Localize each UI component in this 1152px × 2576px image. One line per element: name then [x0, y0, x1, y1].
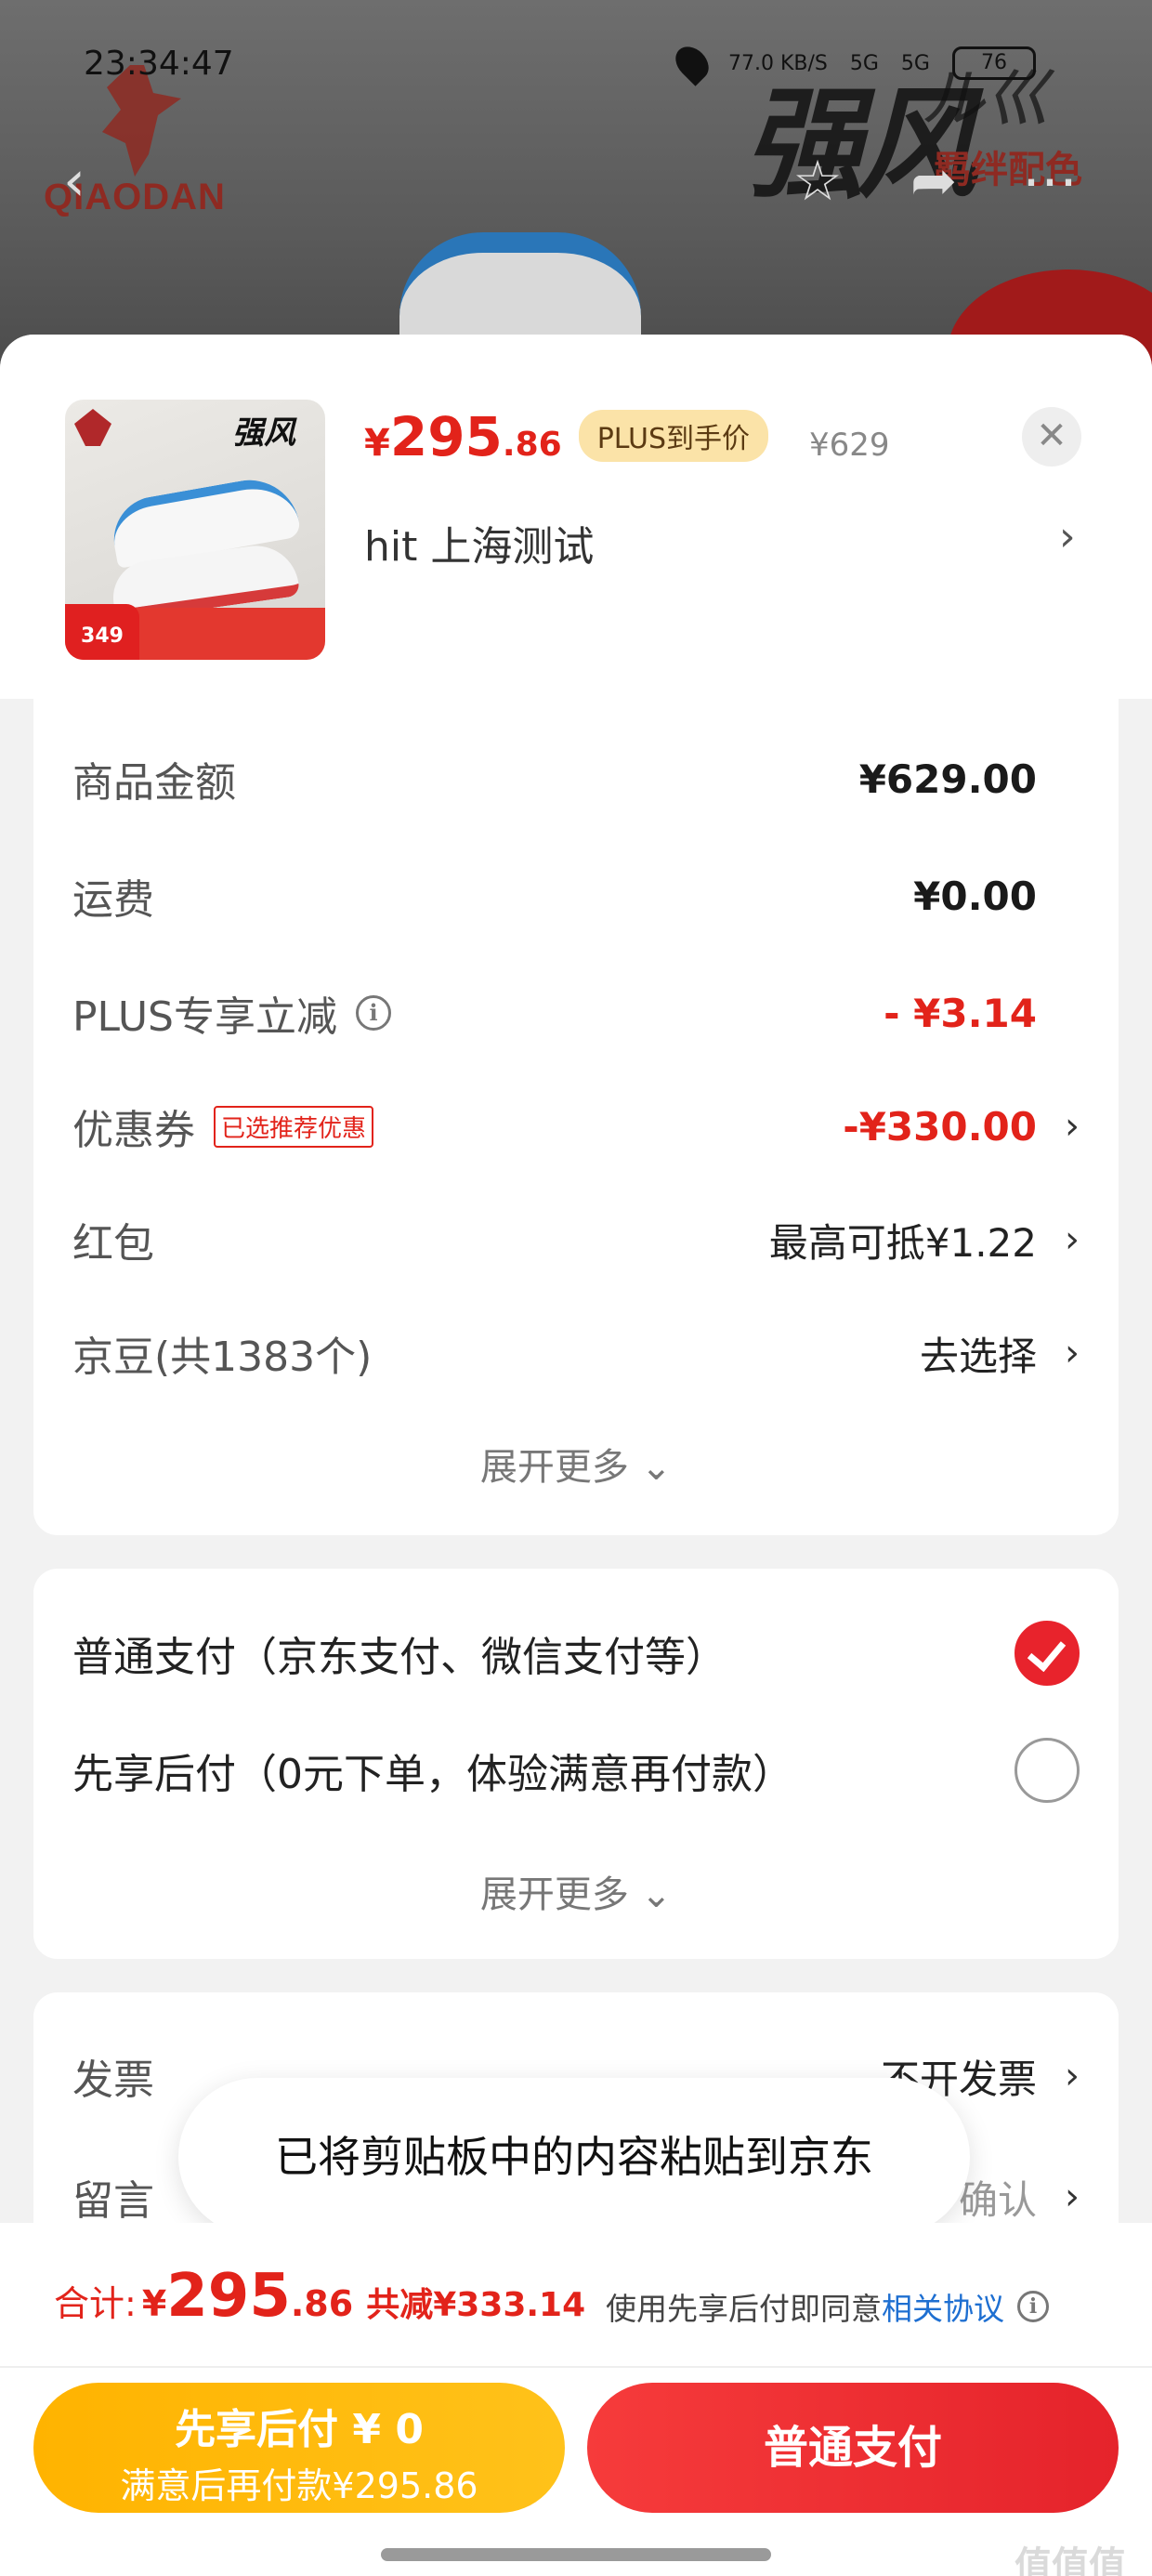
chevron-down-icon: ⌄ — [640, 1873, 673, 1916]
chevron-right-icon[interactable]: › — [1059, 513, 1076, 560]
background-product-page: QIAODAN 强风 ル巛 羁绊配色 23:34:47 77.0 KB/S 5G… — [0, 0, 1152, 390]
cost-row-goods: 商品金额 ¥629.00 — [72, 742, 1080, 816]
thumb-price-badge: 349 — [65, 604, 139, 660]
cost-label: 京豆(共1383个) — [72, 1334, 373, 1381]
net-speed: 77.0 KB/S — [728, 51, 828, 75]
info-icon[interactable]: i — [1017, 2291, 1049, 2322]
close-button[interactable]: ✕ — [1022, 407, 1081, 467]
price-decimal: .86 — [502, 426, 562, 464]
payment-option-label: 先享后付（0元下单，体验满意再付款） — [72, 1751, 793, 1798]
share-icon[interactable]: ➦ — [906, 153, 962, 209]
cost-value: 最高可抵¥1.22 — [768, 1219, 1037, 1266]
more-icon[interactable]: ⋯ — [1022, 153, 1078, 209]
clipboard-toast: 已将剪贴板中的内容粘贴到京东 — [178, 2078, 970, 2236]
coupon-tag: 已选推荐优惠 — [214, 1105, 374, 1148]
chevron-right-icon[interactable]: › — [1065, 2055, 1080, 2097]
total-currency: ¥ — [141, 2283, 167, 2324]
price-currency: ¥ — [364, 422, 390, 465]
cost-value: - ¥3.14 — [884, 990, 1037, 1036]
total-integer: 295 — [166, 2262, 291, 2331]
message-value: 确认 — [958, 2176, 1037, 2223]
agreement-text: 使用先享后付即同意 — [606, 2291, 882, 2327]
location-icon — [669, 40, 715, 86]
product-header: 强风 349 ¥ 295 .86 PLUS到手价 ¥629 ✕ hit 上海测试… — [0, 335, 1152, 699]
price-integer: 295 — [389, 405, 503, 468]
shipping-address[interactable]: hit 上海测试 — [364, 513, 594, 572]
expand-more-costs[interactable]: 展开更多 ⌄ — [33, 1437, 1119, 1491]
original-price: ¥629 — [809, 427, 890, 464]
thumb-title: 强风 — [232, 414, 295, 452]
cost-row-jd-beans[interactable]: 京豆(共1383个) 去选择 › — [72, 1316, 1080, 1390]
normal-pay-button[interactable]: 普通支付 — [587, 2383, 1119, 2513]
total-decimal: .86 — [290, 2283, 354, 2324]
cost-row-red-packet[interactable]: 红包 最高可抵¥1.22 › — [72, 1203, 1080, 1277]
cost-value: ¥0.00 — [913, 873, 1037, 919]
chevron-down-icon: ⌄ — [640, 1446, 673, 1489]
agreement-link[interactable]: 相关协议 — [882, 2284, 1004, 2329]
plus-price-tag: PLUS到手价 — [578, 410, 769, 462]
cost-label: 红包 — [72, 1220, 154, 1268]
pay-later-line2: 满意后再付款¥295.86 — [120, 2465, 478, 2506]
cost-row-shipping: 运费 ¥0.00 — [72, 859, 1080, 933]
status-time: 23:34:47 — [84, 45, 234, 83]
cost-row-plus-discount: PLUS专享立减 i - ¥3.14 — [72, 976, 1080, 1050]
chevron-right-icon[interactable]: › — [1065, 2175, 1080, 2218]
cost-label: 运费 — [72, 876, 154, 924]
agreement-note: 使用先享后付即同意 相关协议 i — [606, 2284, 1049, 2329]
payment-option-normal[interactable]: 普通支付（京东支付、微信支付等） — [72, 1611, 1080, 1695]
signal-5g-1: 5G — [849, 51, 879, 75]
chevron-right-icon[interactable]: › — [1065, 1218, 1080, 1261]
cost-value: 去选择 — [919, 1333, 1037, 1379]
payment-option-pay-later[interactable]: 先享后付（0元下单，体验满意再付款） — [72, 1728, 1080, 1812]
divider — [0, 2366, 1152, 2368]
cost-row-coupon[interactable]: 优惠券 已选推荐优惠 -¥330.00 › — [72, 1089, 1080, 1163]
checkout-footer: 合计: ¥ 295 .86 共减¥333.14 使用先享后付即同意 相关协议 i… — [0, 2223, 1152, 2576]
chevron-right-icon[interactable]: › — [1065, 1105, 1080, 1148]
cost-breakdown-card: 商品金额 ¥629.00 运费 ¥0.00 PLUS专享立减 i - ¥3.14… — [33, 699, 1119, 1535]
total-summary: 合计: ¥ 295 .86 共减¥333.14 — [54, 2262, 585, 2331]
chevron-right-icon[interactable]: › — [1065, 1332, 1080, 1374]
home-indicator[interactable] — [381, 2548, 771, 2561]
expand-more-payments[interactable]: 展开更多 ⌄ — [33, 1864, 1119, 1918]
payment-option-label: 普通支付（京东支付、微信支付等） — [72, 1634, 727, 1681]
cost-value: ¥629.00 — [858, 756, 1037, 802]
pay-later-line1: 先享后付 ¥ 0 — [175, 2406, 424, 2453]
battery-icon: 76 — [951, 46, 1036, 80]
payment-method-card: 普通支付（京东支付、微信支付等） 先享后付（0元下单，体验满意再付款） 展开更多… — [33, 1569, 1119, 1959]
signal-5g-2: 5G — [900, 51, 930, 75]
expand-more-label: 展开更多 — [479, 1873, 629, 1916]
brand-mini-logo — [74, 409, 111, 446]
cost-label: 商品金额 — [72, 759, 236, 807]
status-indicators: 77.0 KB/S 5G 5G 76 — [669, 40, 1036, 86]
total-label: 合计: — [54, 2283, 137, 2324]
product-thumbnail: 强风 349 — [65, 400, 325, 660]
radio-unchecked-icon[interactable] — [1015, 1738, 1080, 1803]
cost-value: -¥330.00 — [843, 1103, 1037, 1150]
watermark: 值值值 — [1015, 2544, 1126, 2576]
cost-label: 优惠券 — [72, 1107, 195, 1154]
total-saved: 共减¥333.14 — [366, 2286, 586, 2324]
star-icon[interactable]: ☆ — [790, 153, 845, 209]
radio-checked-icon[interactable] — [1015, 1621, 1080, 1686]
expand-more-label: 展开更多 — [479, 1446, 629, 1489]
price-row: ¥ 295 .86 PLUS到手价 ¥629 — [364, 405, 890, 469]
pay-later-button[interactable]: 先享后付 ¥ 0 满意后再付款¥295.86 — [33, 2383, 565, 2513]
cost-label: PLUS专享立减 — [72, 993, 337, 1041]
back-arrow-icon[interactable]: ‹ — [46, 153, 102, 209]
info-icon[interactable]: i — [356, 995, 391, 1031]
